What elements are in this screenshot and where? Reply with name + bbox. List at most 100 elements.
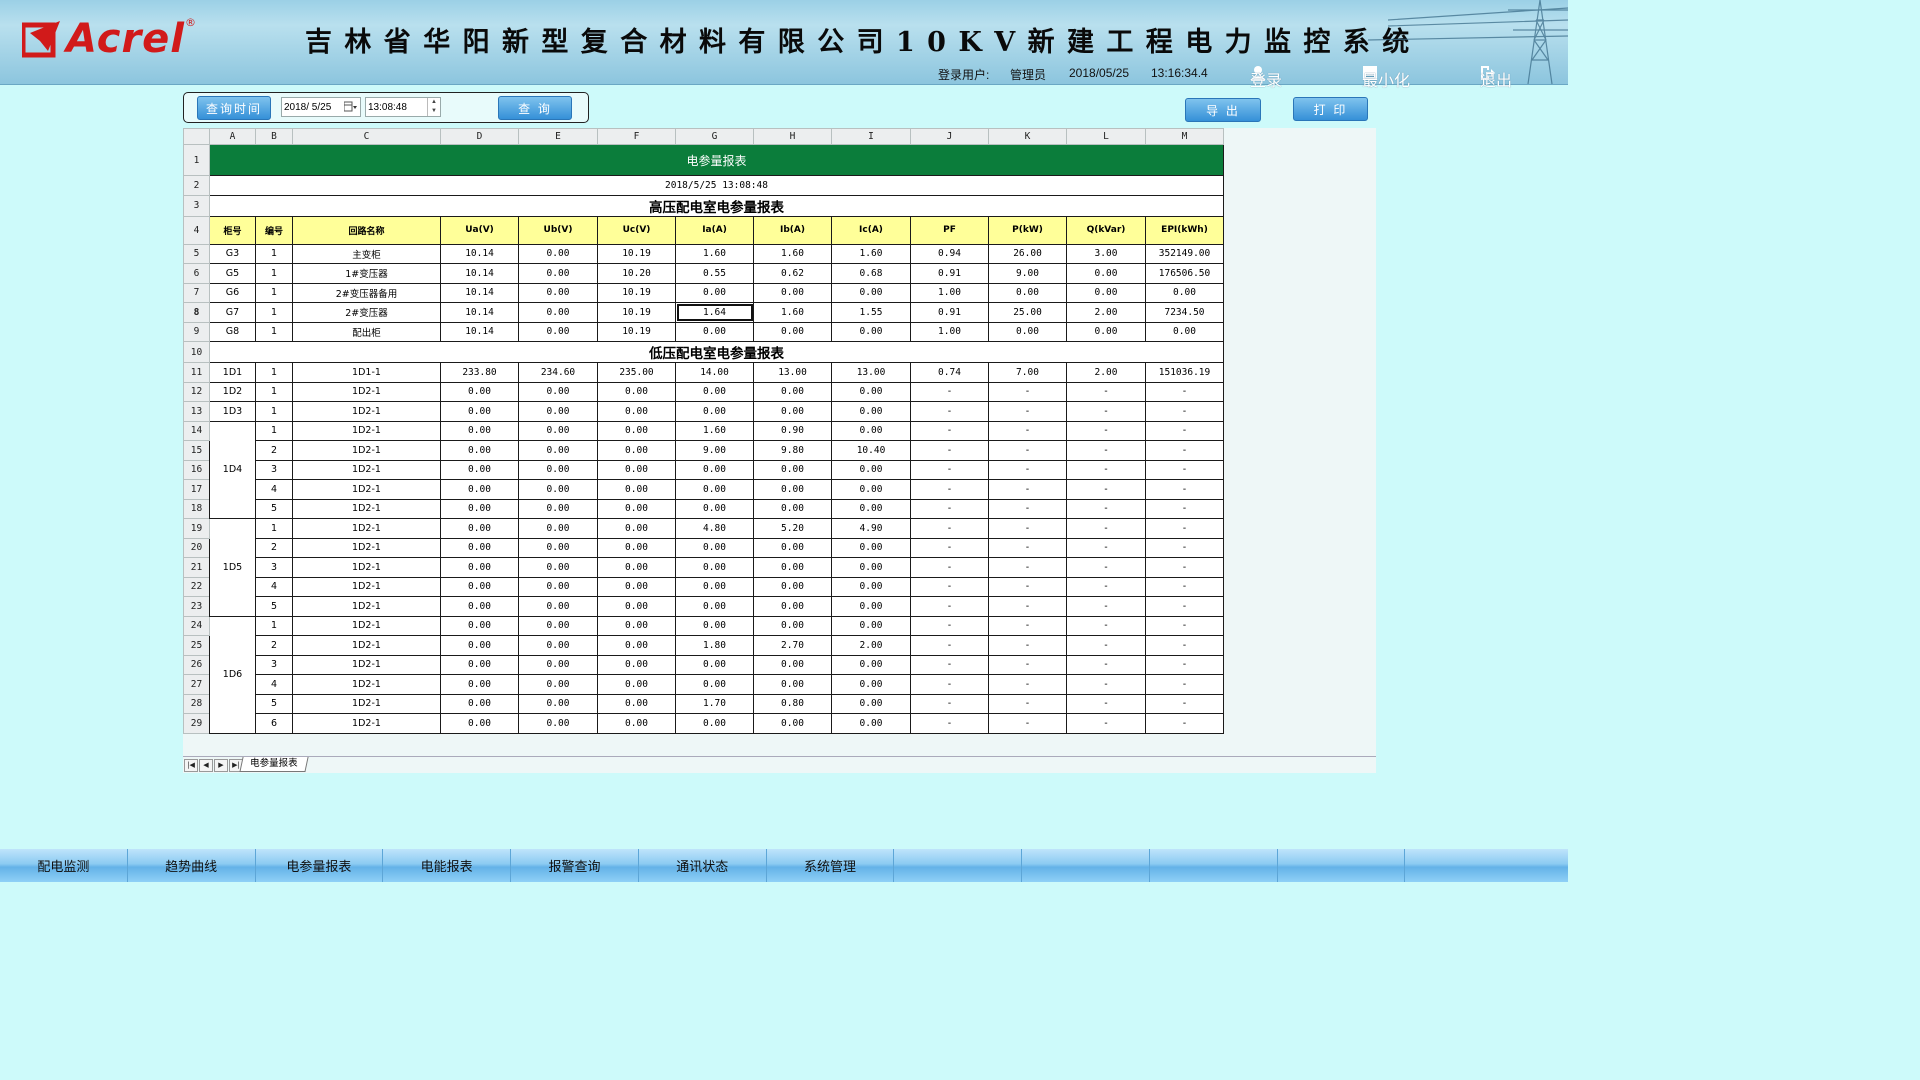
- row-header[interactable]: 10: [183, 341, 210, 363]
- table-cell[interactable]: 配出柜: [292, 321, 441, 342]
- table-cell[interactable]: -: [1066, 479, 1146, 500]
- table-cell[interactable]: -: [1145, 615, 1224, 636]
- table-cell[interactable]: 0.80: [753, 693, 832, 714]
- table-cell[interactable]: 0.00: [518, 479, 598, 500]
- table-cell[interactable]: 0.00: [440, 537, 519, 558]
- table-cell[interactable]: 0.00: [597, 518, 676, 539]
- exit-button[interactable]: 退出: [1480, 63, 1512, 90]
- table-cell[interactable]: 0.00: [831, 381, 911, 402]
- column-header[interactable]: B: [255, 128, 293, 145]
- table-cell[interactable]: 0.00: [518, 537, 598, 558]
- table-cell[interactable]: 0.00: [831, 459, 911, 480]
- table-cell[interactable]: 0.55: [675, 263, 754, 284]
- table-cell[interactable]: 0.00: [518, 713, 598, 734]
- table-cell[interactable]: 0.00: [518, 420, 598, 441]
- next-sheet-icon[interactable]: ▶: [214, 759, 228, 772]
- table-cell[interactable]: -: [910, 479, 989, 500]
- table-cell[interactable]: 0.00: [440, 635, 519, 656]
- table-cell[interactable]: 0.00: [518, 243, 598, 264]
- table-cell[interactable]: 1: [255, 518, 293, 539]
- table-cell[interactable]: G7: [209, 302, 256, 323]
- sheet-tab-electric-params[interactable]: 电参量报表: [239, 757, 309, 772]
- table-cell[interactable]: 7234.50: [1145, 302, 1224, 323]
- table-cell[interactable]: -: [988, 381, 1067, 402]
- table-cell[interactable]: 0.00: [675, 713, 754, 734]
- nav-item-empty[interactable]: [1149, 849, 1278, 882]
- table-cell[interactable]: 10.19: [597, 282, 676, 303]
- nav-item[interactable]: 报警查询: [511, 849, 639, 882]
- table-cell[interactable]: -: [988, 459, 1067, 480]
- table-cell[interactable]: -: [910, 615, 989, 636]
- column-header[interactable]: L: [1066, 128, 1146, 145]
- table-cell[interactable]: 0.00: [753, 381, 832, 402]
- table-cell[interactable]: 10.14: [440, 282, 519, 303]
- table-cell[interactable]: 233.80: [440, 362, 519, 383]
- table-cell[interactable]: 0.00: [988, 321, 1067, 342]
- table-cell[interactable]: 0.00: [753, 479, 832, 500]
- table-cell[interactable]: -: [988, 479, 1067, 500]
- table-cell[interactable]: 1: [255, 401, 293, 422]
- table-cell[interactable]: -: [910, 557, 989, 578]
- table-cell[interactable]: -: [1145, 479, 1224, 500]
- column-header[interactable]: M: [1145, 128, 1224, 145]
- row-header[interactable]: 14: [183, 420, 210, 441]
- table-cell[interactable]: 0.00: [675, 459, 754, 480]
- table-cell[interactable]: 0.00: [440, 440, 519, 461]
- table-cell[interactable]: 4: [255, 576, 293, 597]
- table-cell[interactable]: -: [988, 440, 1067, 461]
- table-cell[interactable]: 1.60: [831, 243, 911, 264]
- table-cell[interactable]: 0.00: [440, 596, 519, 617]
- column-header[interactable]: F: [597, 128, 676, 145]
- table-cell[interactable]: 0.00: [440, 498, 519, 519]
- table-cell[interactable]: 0.00: [597, 440, 676, 461]
- table-cell[interactable]: 0.00: [518, 576, 598, 597]
- table-cell[interactable]: G6: [209, 282, 256, 303]
- table-cell[interactable]: 0.00: [597, 615, 676, 636]
- row-header[interactable]: 6: [183, 263, 210, 284]
- table-cell[interactable]: 1.00: [910, 282, 989, 303]
- table-cell[interactable]: 0.00: [675, 674, 754, 695]
- table-cell[interactable]: 10.20: [597, 263, 676, 284]
- row-header[interactable]: 23: [183, 596, 210, 617]
- table-cell[interactable]: 0.00: [831, 576, 911, 597]
- table-cell[interactable]: 1D2-1: [292, 401, 441, 422]
- row-header[interactable]: 19: [183, 518, 210, 539]
- table-cell[interactable]: 0.00: [597, 498, 676, 519]
- table-cell[interactable]: 6: [255, 713, 293, 734]
- table-cell[interactable]: -: [1145, 693, 1224, 714]
- table-cell[interactable]: 0.00: [831, 557, 911, 578]
- table-cell[interactable]: 0.00: [597, 576, 676, 597]
- table-cell[interactable]: -: [988, 576, 1067, 597]
- table-cell[interactable]: -: [910, 537, 989, 558]
- table-cell[interactable]: 2.00: [1066, 362, 1146, 383]
- table-cell[interactable]: -: [988, 635, 1067, 656]
- table-cell[interactable]: 0.00: [831, 615, 911, 636]
- nav-item-empty[interactable]: [1277, 849, 1406, 882]
- table-cell[interactable]: -: [1145, 654, 1224, 675]
- table-cell[interactable]: 1: [255, 282, 293, 303]
- table-cell[interactable]: 0.00: [675, 498, 754, 519]
- table-cell[interactable]: -: [1145, 576, 1224, 597]
- table-cell[interactable]: -: [1066, 459, 1146, 480]
- table-cell[interactable]: -: [1145, 518, 1224, 539]
- column-header[interactable]: G: [675, 128, 754, 145]
- table-cell[interactable]: 0.00: [518, 518, 598, 539]
- table-cell[interactable]: -: [1145, 401, 1224, 422]
- table-cell[interactable]: -: [910, 381, 989, 402]
- table-cell[interactable]: 0.00: [518, 615, 598, 636]
- table-cell[interactable]: -: [1145, 713, 1224, 734]
- table-cell[interactable]: -: [988, 654, 1067, 675]
- table-cell[interactable]: 0.00: [597, 693, 676, 714]
- table-cell[interactable]: 0.00: [597, 401, 676, 422]
- table-cell[interactable]: 0.00: [440, 674, 519, 695]
- table-cell[interactable]: 0.94: [910, 243, 989, 264]
- cabinet-cell[interactable]: 1D5: [209, 518, 256, 617]
- row-header[interactable]: 18: [183, 498, 210, 519]
- row-header[interactable]: 27: [183, 674, 210, 695]
- table-cell[interactable]: 0.00: [518, 321, 598, 342]
- table-cell[interactable]: -: [988, 596, 1067, 617]
- table-cell[interactable]: 0.00: [1145, 282, 1224, 303]
- table-cell[interactable]: G3: [209, 243, 256, 264]
- table-cell[interactable]: -: [988, 674, 1067, 695]
- query-time-picker[interactable]: 13:08:48 ▲ ▼: [365, 97, 441, 117]
